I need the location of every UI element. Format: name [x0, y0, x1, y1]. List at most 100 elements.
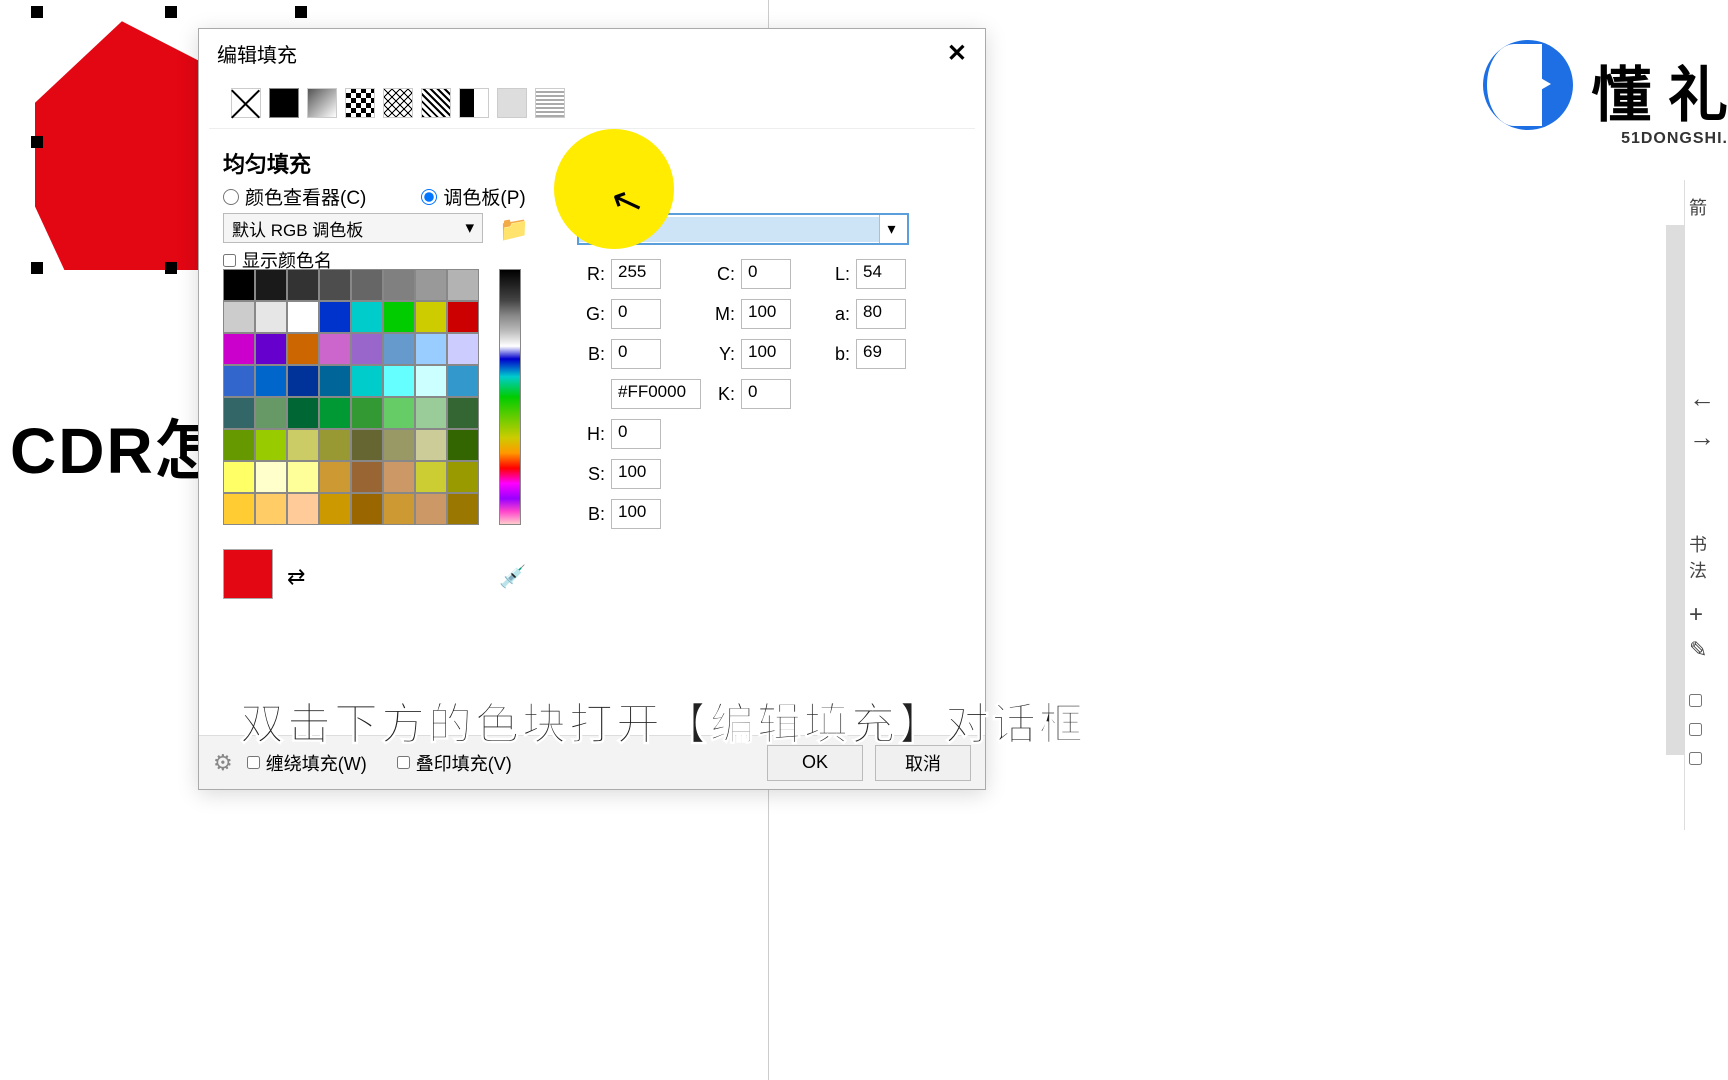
palette-swatch[interactable]	[319, 461, 351, 493]
a-input[interactable]: 80	[856, 299, 906, 329]
no-fill-tab[interactable]	[231, 88, 261, 118]
palette-swatch[interactable]	[351, 333, 383, 365]
k-input[interactable]: 0	[741, 379, 791, 409]
close-icon[interactable]: ✕	[947, 39, 967, 68]
palette-swatch[interactable]	[287, 397, 319, 429]
palette-swatch[interactable]	[255, 269, 287, 301]
palette-swatch[interactable]	[447, 333, 479, 365]
right-checkbox-1[interactable]	[1689, 694, 1702, 707]
palette-swatch[interactable]	[319, 301, 351, 333]
palette-swatch[interactable]	[351, 397, 383, 429]
palette-swatch[interactable]	[255, 397, 287, 429]
palette-swatch[interactable]	[255, 301, 287, 333]
palette-swatch[interactable]	[383, 301, 415, 333]
b-input[interactable]: 0	[611, 339, 661, 369]
palette-swatch[interactable]	[319, 333, 351, 365]
palette-swatch[interactable]	[223, 365, 255, 397]
arrow-right-icon[interactable]: →	[1685, 418, 1728, 457]
hsb-b-input[interactable]: 100	[611, 499, 661, 529]
palette-swatch[interactable]	[287, 301, 319, 333]
s-input[interactable]: 100	[611, 459, 661, 489]
palette-dropdown[interactable]: 默认 RGB 调色板▾	[223, 213, 483, 243]
eyedropper-icon[interactable]: 💉	[499, 564, 526, 590]
palette-swatch[interactable]	[383, 493, 415, 525]
palette-swatch[interactable]	[447, 429, 479, 461]
palette-swatch[interactable]	[287, 365, 319, 397]
palette-swatch[interactable]	[287, 493, 319, 525]
solid-fill-tab[interactable]	[269, 88, 299, 118]
palette-swatch[interactable]	[255, 493, 287, 525]
palette-swatch[interactable]	[223, 397, 255, 429]
palette-swatch[interactable]	[319, 269, 351, 301]
palette-swatch[interactable]	[447, 269, 479, 301]
wrap-fill-checkbox[interactable]: 缠绕填充(W)	[247, 750, 367, 776]
color-viewer-radio[interactable]: 颜色查看器(C)	[223, 183, 366, 210]
gear-icon[interactable]: ⚙	[213, 750, 233, 776]
y-input[interactable]: 100	[741, 339, 791, 369]
palette-swatch[interactable]	[319, 397, 351, 429]
palette-swatch[interactable]	[223, 269, 255, 301]
color-preview[interactable]	[223, 549, 273, 599]
vector-pattern-tab[interactable]	[383, 88, 413, 118]
palette-swatch[interactable]	[255, 365, 287, 397]
hex-input[interactable]: #FF0000	[611, 379, 701, 409]
color-palette-grid[interactable]	[223, 269, 479, 525]
palette-swatch[interactable]	[447, 397, 479, 429]
h-input[interactable]: 0	[611, 419, 661, 449]
arrow-left-icon[interactable]: ←	[1685, 379, 1728, 418]
palette-swatch[interactable]	[287, 333, 319, 365]
palette-swatch[interactable]	[351, 301, 383, 333]
palette-swatch[interactable]	[223, 461, 255, 493]
palette-radio[interactable]: 调色板(P)	[421, 183, 525, 210]
palette-swatch[interactable]	[383, 429, 415, 461]
palette-swatch[interactable]	[383, 365, 415, 397]
l-input[interactable]: 54	[856, 259, 906, 289]
palette-swatch[interactable]	[415, 269, 447, 301]
palette-swatch[interactable]	[223, 493, 255, 525]
palette-swatch[interactable]	[351, 269, 383, 301]
palette-swatch[interactable]	[415, 365, 447, 397]
palette-swatch[interactable]	[287, 429, 319, 461]
palette-swatch[interactable]	[415, 333, 447, 365]
palette-swatch[interactable]	[383, 397, 415, 429]
palette-swatch[interactable]	[415, 429, 447, 461]
palette-swatch[interactable]	[447, 461, 479, 493]
palette-swatch[interactable]	[255, 333, 287, 365]
overprint-fill-checkbox[interactable]: 叠印填充(V)	[397, 750, 512, 776]
c-input[interactable]: 0	[741, 259, 791, 289]
lab-b-input[interactable]: 69	[856, 339, 906, 369]
palette-swatch[interactable]	[447, 365, 479, 397]
palette-swatch[interactable]	[383, 461, 415, 493]
palette-swatch[interactable]	[319, 493, 351, 525]
palette-swatch[interactable]	[223, 333, 255, 365]
palette-swatch[interactable]	[351, 365, 383, 397]
palette-swatch[interactable]	[319, 365, 351, 397]
chevron-down-icon[interactable]: ▾	[879, 215, 903, 243]
pen-icon[interactable]: ✎	[1685, 633, 1728, 667]
palette-swatch[interactable]	[351, 429, 383, 461]
gradient-fill-tab[interactable]	[307, 88, 337, 118]
pattern-fill-tab[interactable]	[345, 88, 375, 118]
postscript-fill-tab[interactable]	[535, 88, 565, 118]
palette-swatch[interactable]	[287, 269, 319, 301]
palette-swatch[interactable]	[415, 493, 447, 525]
palette-swatch[interactable]	[447, 301, 479, 333]
hatch-fill-tab[interactable]	[421, 88, 451, 118]
palette-swatch[interactable]	[319, 429, 351, 461]
right-checkbox-2[interactable]	[1689, 723, 1702, 736]
palette-swatch[interactable]	[255, 429, 287, 461]
palette-swatch[interactable]	[255, 461, 287, 493]
palette-swatch[interactable]	[351, 461, 383, 493]
palette-swatch[interactable]	[383, 333, 415, 365]
palette-swatch[interactable]	[383, 269, 415, 301]
palette-swatch[interactable]	[223, 429, 255, 461]
g-input[interactable]: 0	[611, 299, 661, 329]
palette-swatch[interactable]	[287, 461, 319, 493]
palette-swatch[interactable]	[415, 301, 447, 333]
palette-swatch[interactable]	[351, 493, 383, 525]
right-checkbox-3[interactable]	[1689, 752, 1702, 765]
plus-icon[interactable]: +	[1685, 597, 1728, 633]
two-color-tab[interactable]	[459, 88, 489, 118]
m-input[interactable]: 100	[741, 299, 791, 329]
r-input[interactable]: 255	[611, 259, 661, 289]
